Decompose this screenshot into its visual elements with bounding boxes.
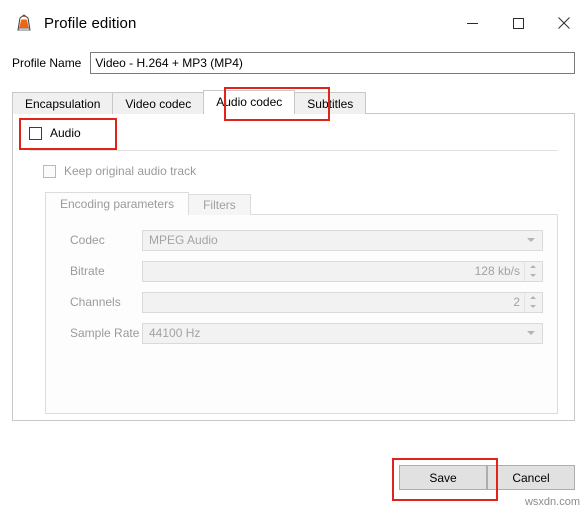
profile-edition-window: Profile edition Profile Name Encapsulati… (0, 0, 587, 510)
keep-original-label: Keep original audio track (64, 164, 197, 178)
minimize-icon[interactable] (449, 0, 495, 46)
codec-value: MPEG Audio (149, 233, 218, 247)
channels-spin-buttons[interactable] (524, 292, 541, 312)
codec-row: Codec MPEG Audio (60, 229, 543, 251)
spin-down-icon[interactable] (525, 271, 541, 281)
tab-subtitles[interactable]: Subtitles (294, 92, 367, 114)
audio-codec-panel: Audio Keep original audio track Encoding… (12, 113, 575, 421)
bitrate-row: Bitrate 128 kb/s (60, 260, 543, 282)
tab-audio-codec[interactable]: Audio codec (203, 90, 296, 114)
samplerate-value: 44100 Hz (149, 326, 201, 340)
encoding-parameters-panel: Codec MPEG Audio Bitrate 128 kb/s Channe… (45, 214, 558, 414)
keep-original-checkbox[interactable] (43, 164, 56, 178)
audio-checkbox[interactable] (29, 126, 42, 140)
keep-original-row[interactable]: Keep original audio track (13, 164, 574, 178)
codec-label: Codec (70, 233, 105, 247)
spin-down-icon[interactable] (525, 302, 541, 312)
title-bar: Profile edition (0, 0, 587, 46)
save-button[interactable]: Save (399, 465, 487, 490)
window-title: Profile edition (44, 14, 137, 32)
samplerate-select[interactable]: 44100 Hz (142, 322, 543, 344)
panel-divider (29, 150, 558, 151)
samplerate-label: Sample Rate (70, 326, 140, 340)
inner-tab-filters[interactable]: Filters (188, 194, 251, 215)
dialog-buttons: Save Cancel (392, 458, 575, 501)
close-icon[interactable] (541, 0, 587, 46)
bitrate-label: Bitrate (70, 264, 105, 278)
samplerate-row: Sample Rate 44100 Hz (60, 322, 543, 344)
chevron-down-icon (527, 331, 535, 335)
audio-enable-row[interactable]: Audio (13, 114, 574, 140)
maximize-icon[interactable] (495, 0, 541, 46)
bitrate-stepper[interactable]: 128 kb/s (142, 260, 543, 282)
spin-up-icon[interactable] (525, 292, 541, 302)
tab-video-codec[interactable]: Video codec (112, 92, 205, 114)
channels-stepper[interactable]: 2 (142, 291, 543, 313)
audio-checkbox-label: Audio (50, 126, 81, 140)
encoding-tabs-area: Encoding parameters Filters Codec MPEG A… (45, 192, 558, 414)
spin-up-icon[interactable] (525, 261, 541, 271)
codec-select[interactable]: MPEG Audio (142, 229, 543, 251)
channels-row: Channels 2 (60, 291, 543, 313)
profile-name-row: Profile Name (0, 50, 587, 76)
inner-tab-encoding-parameters[interactable]: Encoding parameters (45, 192, 190, 215)
profile-name-input[interactable] (90, 52, 575, 74)
encoding-tabstrip: Encoding parameters Filters (45, 192, 558, 215)
watermark: wsxdn.com (524, 496, 580, 508)
bitrate-spin-buttons[interactable] (524, 261, 541, 281)
window-controls (449, 0, 587, 46)
codec-tabs-area: Encapsulation Video codec Audio codec Su… (12, 87, 575, 421)
save-button-wrap: Save (392, 458, 498, 501)
cancel-button[interactable]: Cancel (487, 465, 575, 490)
tab-encapsulation[interactable]: Encapsulation (12, 92, 114, 114)
profile-name-label: Profile Name (12, 56, 82, 70)
channels-label: Channels (70, 295, 121, 309)
vlc-cone-icon (14, 13, 34, 33)
codec-tabstrip: Encapsulation Video codec Audio codec Su… (12, 90, 575, 114)
chevron-down-icon (527, 238, 535, 242)
